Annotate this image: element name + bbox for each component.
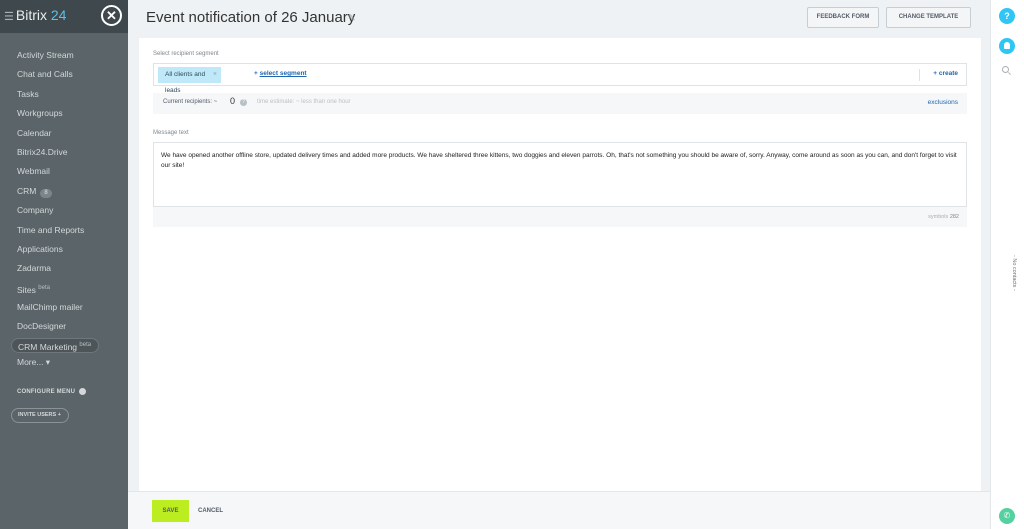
beta-badge: beta (38, 284, 50, 291)
feedback-form-button[interactable]: FEEDBACK FORM (807, 7, 879, 28)
sidebar-item-time-and-reports[interactable]: Time and Reports (0, 221, 128, 240)
notifications-bell-icon[interactable] (999, 38, 1015, 54)
segment-selector[interactable]: All clients and leads × + select segment… (153, 63, 967, 94)
sidebar-item-workgroups[interactable]: Workgroups (0, 104, 128, 123)
sidebar-item-label: Bitrix24.Drive (17, 146, 68, 157)
sidebar-item-chat-and-calls[interactable]: Chat and Calls (0, 65, 128, 84)
recipients-row: Current recipients: ~ 0 ? time estimate:… (153, 93, 967, 114)
invite-users-button[interactable]: INVITE USERS + (11, 408, 69, 423)
logo-suffix: 24 (50, 7, 67, 23)
logo[interactable]: ☰ Bitrix 24 (4, 7, 66, 23)
recipients-label: Current recipients: ~ (163, 99, 218, 105)
sidebar-item-label: Sites (17, 284, 36, 295)
sidebar-item-crm[interactable]: CRM 8 (0, 182, 128, 201)
segment-label: Select recipient segment (153, 51, 219, 57)
remove-chip-icon[interactable]: × (213, 67, 217, 83)
sidebar-item-applications[interactable]: Applications (0, 240, 128, 259)
sidebar-item-label: Zadarma (17, 263, 52, 274)
close-slider-icon[interactable]: ✕ (101, 5, 122, 26)
message-label: Message text (153, 130, 189, 136)
sidebar-menu: Activity Stream Chat and Calls Tasks Wor… (0, 46, 128, 372)
no-contacts-label: - No contacts - (1011, 255, 1017, 291)
sidebar-item-crm-marketing[interactable]: CRM Marketing beta (11, 337, 99, 353)
sidebar-item-drive[interactable]: Bitrix24.Drive (0, 143, 128, 162)
right-bar: ? - No contacts - ✆ (990, 0, 1024, 529)
sidebar-item-sites[interactable]: Sites beta (0, 279, 128, 298)
sidebar-item-tasks[interactable]: Tasks (0, 85, 128, 104)
configure-menu-button[interactable]: CONFIGURE MENU (17, 388, 87, 396)
symbols-count: 282 (949, 214, 959, 220)
recipients-count: 0 (230, 96, 236, 106)
logo-prefix: Bitrix (15, 7, 47, 23)
search-icon[interactable] (1002, 66, 1009, 73)
gear-icon (79, 388, 87, 395)
sidebar-item-label: More... ▾ (17, 356, 51, 367)
select-segment-label: select segment (259, 70, 307, 77)
cancel-button[interactable]: CANCEL (198, 508, 223, 514)
sidebar-item-calendar[interactable]: Calendar (0, 124, 128, 143)
footer-bar: SAVE CANCEL (128, 491, 990, 529)
symbols-counter: symbols 282 (928, 214, 959, 220)
message-footer: symbols 282 (153, 207, 967, 227)
sidebar-item-zadarma[interactable]: Zadarma (0, 259, 128, 278)
sidebar-item-label: Webmail (17, 166, 50, 177)
segment-chip[interactable]: All clients and leads × (158, 67, 221, 94)
time-estimate: time estimate: ~ less than one hour (257, 99, 351, 105)
menu-burger-icon[interactable]: ☰ (4, 11, 14, 23)
divider (919, 69, 920, 81)
edit-title-pencil-icon[interactable]: ✎ (348, 13, 356, 24)
page-title: Event notification of 26 January (146, 9, 356, 26)
sidebar-item-label: CRM (17, 185, 37, 196)
segment-chip-label: All clients and leads (165, 71, 206, 94)
sidebar-item-label: Time and Reports (17, 224, 85, 235)
sidebar-item-label: Company (17, 205, 54, 216)
symbols-label: symbols (928, 214, 949, 220)
sidebar-item-label: Chat and Calls (17, 69, 73, 80)
sidebar-item-label: Tasks (17, 88, 39, 99)
sidebar-item-label: MailChimp mailer (17, 302, 83, 313)
slider-panel: Event notification of 26 January ✎ FEEDB… (128, 0, 990, 529)
phone-icon[interactable]: ✆ (999, 508, 1015, 524)
save-button[interactable]: SAVE (152, 500, 189, 522)
sidebar-item-activity-stream[interactable]: Activity Stream (0, 46, 128, 65)
form-card: Select recipient segment All clients and… (139, 38, 981, 491)
message-textarea[interactable]: We have opened another offline store, up… (153, 142, 967, 207)
create-segment-link[interactable]: + create (933, 70, 958, 77)
sidebar-item-label: Calendar (17, 127, 52, 138)
configure-menu-label: CONFIGURE MENU (17, 389, 76, 396)
sidebar-item-label: Activity Stream (17, 50, 74, 60)
sidebar-item-label: Workgroups (17, 108, 63, 119)
change-template-button[interactable]: CHANGE TEMPLATE (886, 7, 971, 28)
sidebar-item-webmail[interactable]: Webmail (0, 162, 128, 181)
sidebar-item-label: Applications (17, 243, 63, 254)
beta-badge: beta (79, 341, 92, 348)
sidebar-item-mailchimp[interactable]: MailChimp mailer (0, 298, 128, 317)
exclusions-link[interactable]: exclusions (928, 99, 958, 106)
sidebar-item-more[interactable]: More... ▾ (0, 353, 128, 372)
help-icon[interactable]: ? (999, 8, 1015, 24)
sidebar-item-label: CRM Marketing (18, 341, 78, 352)
sidebar-item-docdesigner[interactable]: DocDesigner (0, 317, 128, 336)
left-sidebar: ☰ Bitrix 24 ✕ Activity Stream Chat and Ca… (0, 0, 128, 529)
info-icon[interactable]: ? (240, 99, 247, 106)
sidebar-item-label: DocDesigner (17, 321, 67, 332)
select-segment-link[interactable]: + select segment (254, 70, 307, 77)
sidebar-item-company[interactable]: Company (0, 201, 128, 220)
crm-counter-badge: 8 (40, 188, 52, 198)
